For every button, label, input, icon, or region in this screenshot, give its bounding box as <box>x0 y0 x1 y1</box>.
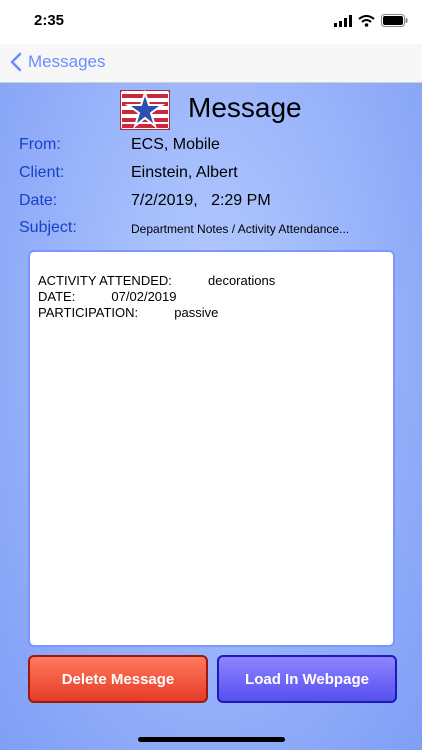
status-bar: 2:35 <box>0 0 422 44</box>
message-line: PARTICIPATION: passive <box>38 305 219 320</box>
message-body[interactable]: ACTIVITY ATTENDED: decorations DATE: 07/… <box>28 250 395 647</box>
from-value: ECS, Mobile <box>131 136 220 153</box>
back-button-label: Messages <box>28 52 106 71</box>
field-from: From: ECS, Mobile <box>19 136 409 160</box>
date-value: 7/2/2019, 2:29 PM <box>131 192 271 209</box>
load-in-webpage-button[interactable]: Load In Webpage <box>217 655 397 703</box>
battery-icon <box>381 14 408 27</box>
flag-star-logo-icon <box>120 90 170 130</box>
message-line: DATE: 07/02/2019 <box>38 289 177 304</box>
field-date: Date: 7/2/2019, 2:29 PM <box>19 192 409 216</box>
from-label: From: <box>19 136 61 153</box>
client-label: Client: <box>19 164 65 181</box>
field-client: Client: Einstein, Albert <box>19 164 409 188</box>
navigation-bar: Messages <box>0 44 422 83</box>
delete-message-button[interactable]: Delete Message <box>28 655 208 703</box>
page-title: Message <box>188 92 302 123</box>
status-time: 2:35 <box>34 12 65 29</box>
subject-value: Department Notes / Activity Attendance..… <box>131 222 350 236</box>
signal-icon <box>334 14 352 27</box>
chevron-left-icon <box>10 52 22 72</box>
client-value: Einstein, Albert <box>131 164 238 181</box>
subject-label: Subject: <box>19 219 77 236</box>
message-header: Message <box>0 88 422 132</box>
date-label: Date: <box>19 192 58 209</box>
back-button[interactable]: Messages <box>10 52 105 72</box>
wifi-icon <box>358 14 375 27</box>
status-icons <box>334 14 408 27</box>
message-line: ACTIVITY ATTENDED: decorations <box>38 273 276 288</box>
home-indicator <box>138 737 285 742</box>
field-subject: Subject: Department Notes / Activity Att… <box>19 219 409 243</box>
